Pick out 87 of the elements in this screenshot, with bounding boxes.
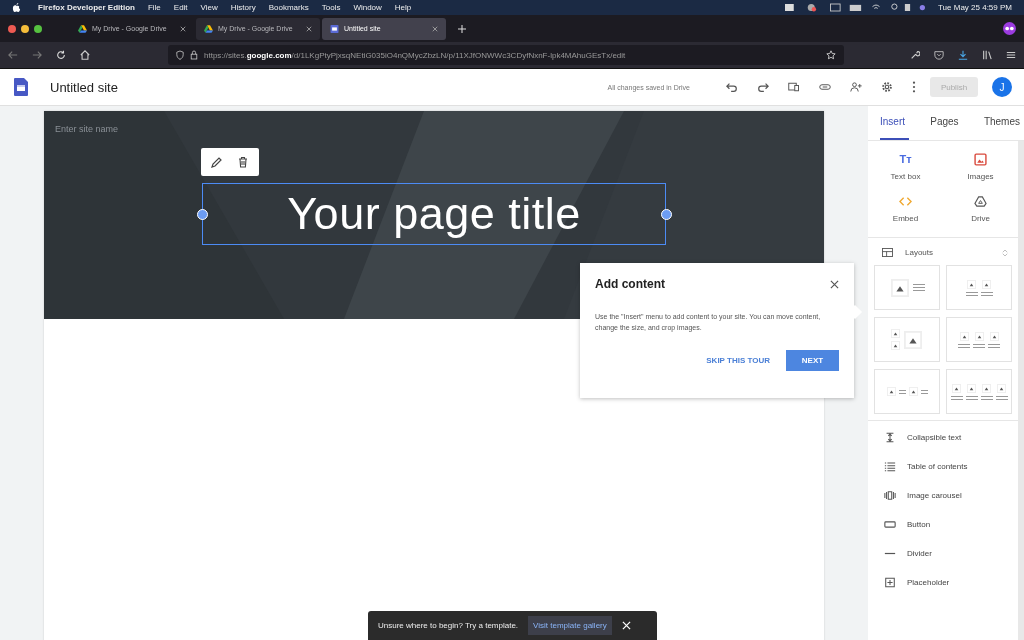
resize-handle[interactable] <box>661 209 672 220</box>
private-mask-icon[interactable] <box>1003 22 1016 35</box>
drive-icon <box>78 24 87 33</box>
menu-item[interactable]: Window <box>353 3 382 12</box>
sites-logo-icon[interactable] <box>14 78 28 96</box>
drive-icon <box>204 24 213 33</box>
back-icon[interactable] <box>8 50 18 60</box>
download-icon[interactable] <box>958 50 968 60</box>
menu-item[interactable]: Edit <box>173 3 188 12</box>
insert-item-label[interactable]: Drive <box>971 214 990 223</box>
layout-thumbnail[interactable] <box>874 265 940 310</box>
panel-tab[interactable]: Themes <box>983 106 1024 140</box>
close-tab-icon[interactable] <box>180 25 186 32</box>
forward-icon[interactable] <box>32 50 42 60</box>
address-field[interactable]: https://sites.google.com/d/1LKgPtyPjxsqNEtiG035iO4nQMycZbzLN/p/11XJfONWWc3CDyfNxnF-lpk4MAhuGEsTx/edit <box>168 45 844 65</box>
component-item[interactable]: Button <box>884 518 1018 531</box>
panel-tab[interactable]: Pages <box>930 106 963 140</box>
collapsible-icon <box>884 432 896 443</box>
section-label[interactable]: Layouts <box>905 248 934 257</box>
component-item[interactable]: Image carousel <box>884 489 1018 502</box>
library-icon[interactable] <box>982 50 992 60</box>
layout-thumbnail[interactable] <box>874 317 940 362</box>
wrench-icon[interactable] <box>910 50 920 60</box>
undo-icon[interactable] <box>726 81 738 93</box>
menu-item[interactable]: View <box>200 3 218 12</box>
lock-icon <box>190 50 198 60</box>
insert-item-label[interactable]: Images <box>967 172 994 181</box>
insert-item-label[interactable]: Text box <box>890 172 921 181</box>
site-title[interactable]: Untitled site <box>50 79 118 95</box>
component-item[interactable]: Placeholder <box>884 576 1018 589</box>
preview-devices-icon[interactable] <box>788 81 800 93</box>
page-title-textbox[interactable]: Your page title <box>202 183 666 245</box>
menu-icon[interactable] <box>1006 50 1016 60</box>
delete-icon[interactable] <box>237 156 249 168</box>
share-person-icon[interactable] <box>850 81 862 93</box>
menu-item[interactable]: Help <box>394 3 412 12</box>
button-icon <box>884 519 896 530</box>
toc-icon <box>884 461 896 472</box>
component-item[interactable]: Collapsible text <box>884 431 1018 444</box>
menu-item[interactable]: File <box>147 3 161 12</box>
minimize-window-button[interactable] <box>21 24 29 33</box>
menu-item[interactable]: Tools <box>321 3 341 12</box>
close-tab-icon[interactable] <box>306 25 312 32</box>
template-gallery-button[interactable]: Visit template gallery <box>528 616 612 635</box>
resize-handle[interactable] <box>197 209 208 220</box>
menu-item[interactable]: History <box>230 3 256 12</box>
layout-thumbnail[interactable] <box>946 369 1012 414</box>
close-window-button[interactable] <box>8 24 16 33</box>
image-icon[interactable] <box>974 153 987 166</box>
bookmark-star-icon[interactable] <box>826 50 836 60</box>
zoom-window-button[interactable] <box>34 24 42 33</box>
component-item[interactable]: Table of contents <box>884 460 1018 473</box>
skip-tour-button[interactable]: SKIP THIS TOUR <box>700 350 776 372</box>
popup-title: Add content <box>595 277 665 291</box>
drive-outline-icon[interactable] <box>974 195 987 208</box>
home-icon[interactable] <box>80 50 90 60</box>
user-avatar[interactable]: J <box>992 77 1012 97</box>
pocket-icon[interactable] <box>934 50 944 60</box>
layout-thumbnail[interactable] <box>946 265 1012 310</box>
close-icon[interactable] <box>830 279 839 289</box>
insert-item-label[interactable]: Embed <box>892 214 919 223</box>
settings-icon[interactable] <box>881 81 893 93</box>
reload-icon[interactable] <box>56 50 66 60</box>
layout-thumbnail[interactable] <box>874 369 940 414</box>
placeholder-icon <box>884 577 896 588</box>
redo-icon[interactable] <box>757 81 769 93</box>
shield-icon <box>176 50 184 60</box>
status-icons[interactable] <box>785 3 926 12</box>
site-name-field[interactable]: Enter site name <box>55 124 119 134</box>
next-button[interactable]: NEXT <box>786 350 839 372</box>
layout-thumbnail[interactable] <box>946 317 1012 362</box>
clock[interactable]: Tue May 25 4:59 PM <box>938 3 1012 12</box>
more-icon[interactable] <box>912 81 916 93</box>
layout-icon <box>882 248 893 257</box>
sites-icon <box>330 24 339 33</box>
link-icon[interactable] <box>819 81 831 93</box>
close-tab-icon[interactable] <box>432 25 438 32</box>
app-name[interactable]: Firefox Developer Edition <box>38 3 135 12</box>
snackbar-message: Unsure where to begin? Try a template. <box>378 621 519 630</box>
text-box-icon[interactable]: Tт <box>899 153 912 166</box>
new-tab-icon[interactable] <box>458 24 466 33</box>
edit-pencil-icon[interactable] <box>211 156 223 168</box>
apple-icon[interactable] <box>12 2 21 13</box>
carousel-icon <box>884 490 896 501</box>
menu-item[interactable]: Bookmarks <box>268 3 309 12</box>
component-item[interactable]: Divider <box>884 547 1018 560</box>
panel-tab[interactable]: Insert <box>880 106 909 140</box>
